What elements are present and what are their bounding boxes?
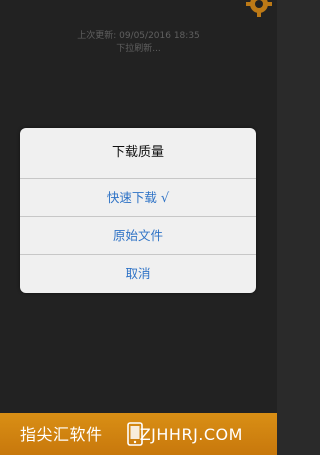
checkmark-icon: √: [160, 191, 170, 206]
footer-bar: 指尖汇软件 ZJHHRJ.COM: [0, 413, 277, 455]
phone-logo-icon: [127, 422, 143, 446]
option-fast-download-label: 快速下载: [106, 190, 157, 205]
cancel-label: 取消: [125, 266, 151, 281]
cancel-button[interactable]: 取消: [20, 255, 256, 292]
watermark-left-text: 指尖汇软件: [20, 425, 103, 444]
watermark-right-text: ZJHHRJ.COM: [139, 425, 243, 444]
app-screen: 上次更新: 09/05/2016 18:35 下拉刷新... 下载质量 快速下载…: [0, 0, 277, 455]
download-quality-dialog: 下载质量 快速下载 √ 原始文件 取消: [20, 128, 256, 293]
dialog-title: 下载质量: [20, 128, 256, 179]
option-original-file-label: 原始文件: [112, 228, 163, 243]
option-original-file[interactable]: 原始文件: [20, 217, 256, 255]
option-fast-download[interactable]: 快速下载 √: [20, 179, 256, 217]
